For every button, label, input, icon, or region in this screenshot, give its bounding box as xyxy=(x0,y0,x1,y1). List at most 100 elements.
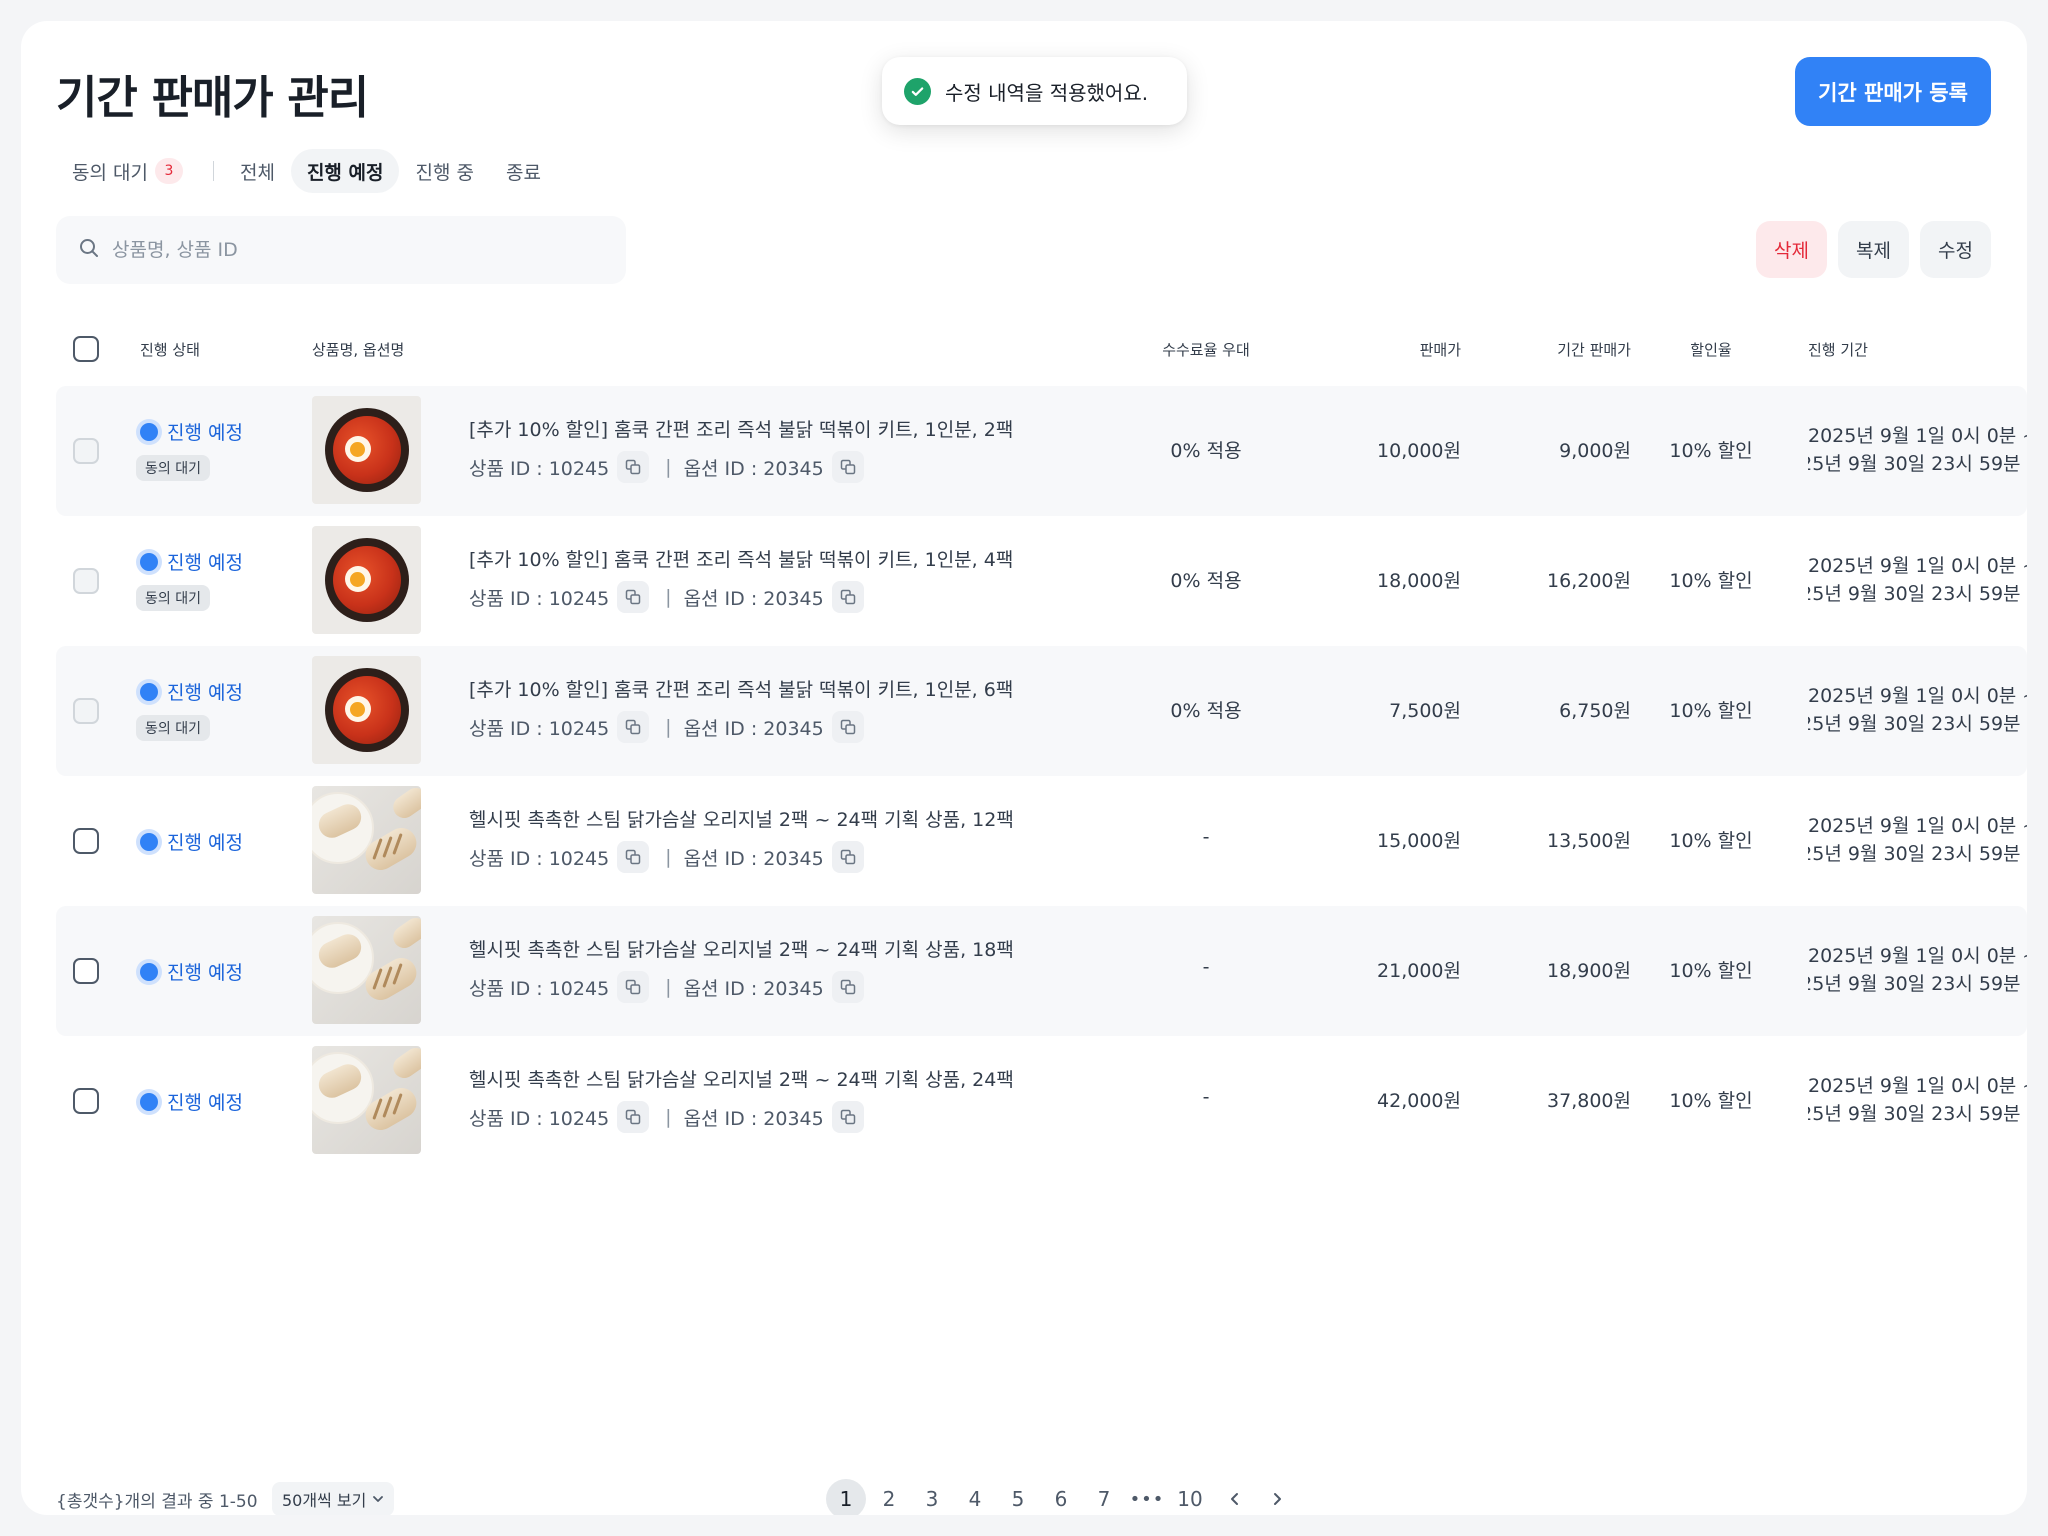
period-start: 2025년 9월 1일 0시 0분 ~ xyxy=(1808,555,2027,577)
page-2-button[interactable]: 2 xyxy=(869,1479,909,1515)
period-price-value: 6,750원 xyxy=(1559,700,1631,722)
table-row[interactable]: 진행 예정 헬시핏 촉촉한 스팀 닭가슴살 오리지널 2팩 ~ 24팩 기획 상품… xyxy=(56,1036,2027,1166)
table-row[interactable]: 진행 예정 헬시핏 촉촉한 스팀 닭가슴살 오리지널 2팩 ~ 24팩 기획 상품… xyxy=(56,906,2027,1036)
period-start: 2025년 9월 1일 0시 0분 ~ xyxy=(1808,945,2027,967)
product-thumbnail xyxy=(312,916,421,1024)
copy-option-id-icon[interactable] xyxy=(831,841,864,873)
period-price-value: 37,800원 xyxy=(1547,1090,1631,1112)
period-price-value: 16,200원 xyxy=(1547,570,1631,592)
status-label: 진행 예정 xyxy=(167,1092,243,1114)
option-id: 옵션 ID : 20345 xyxy=(683,587,824,610)
chevron-left-icon[interactable] xyxy=(1215,1479,1255,1515)
product-ids: 상품 ID : 10245 | 옵션 ID : 20345 xyxy=(469,581,868,613)
commission-value: 0% 적용 xyxy=(1170,570,1242,592)
copy-product-id-icon[interactable] xyxy=(617,971,650,1003)
delete-button[interactable]: 삭제 xyxy=(1756,221,1827,278)
option-id: 옵션 ID : 20345 xyxy=(683,457,824,480)
header-price: 판매가 xyxy=(1419,340,1461,359)
search-input[interactable] xyxy=(112,239,592,261)
tab-all[interactable]: 전체 xyxy=(224,149,291,193)
product-name: 헬시핏 촉촉한 스팀 닭가슴살 오리지널 2팩 ~ 24팩 기획 상품, 18팩 xyxy=(469,939,1014,961)
edit-button[interactable]: 수정 xyxy=(1920,221,1991,278)
period-start: 2025년 9월 1일 0시 0분 ~ xyxy=(1808,1075,2027,1097)
copy-product-id-icon[interactable] xyxy=(617,711,650,743)
per-page-select[interactable]: 50개씩 보기 xyxy=(272,1482,395,1515)
status-cell: 진행 예정 xyxy=(136,1088,243,1115)
page-3-button[interactable]: 3 xyxy=(912,1479,952,1515)
period-value: 2025년 9월 1일 0시 0분 ~ 2025년 9월 30일 23시 59분 xyxy=(1808,1072,2027,1128)
table-row[interactable]: 진행 예정 헬시핏 촉촉한 스팀 닭가슴살 오리지널 2팩 ~ 24팩 기획 상품… xyxy=(56,776,2027,906)
header-period: 진행 기간 xyxy=(1808,340,1868,359)
id-separator: | xyxy=(665,456,672,478)
tab-ended[interactable]: 종료 xyxy=(490,149,557,193)
period-value: 2025년 9월 1일 0시 0분 ~ 2025년 9월 30일 23시 59분 xyxy=(1808,552,2027,608)
row-checkbox[interactable] xyxy=(73,828,99,854)
id-separator: | xyxy=(665,1106,672,1128)
page-1-button[interactable]: 1 xyxy=(826,1479,866,1515)
page-last-button[interactable]: 10 xyxy=(1170,1479,1210,1515)
period-end: 2025년 9월 30일 23시 59분 xyxy=(1808,583,2021,605)
status-indicator: 진행 예정 xyxy=(136,418,243,445)
copy-option-id-icon[interactable] xyxy=(831,971,864,1003)
product-name: [추가 10% 할인] 홈쿡 간편 조리 즉석 불닭 떡볶이 키트, 1인분, … xyxy=(469,549,1014,571)
status-dot-icon xyxy=(140,682,158,701)
price-value: 15,000원 xyxy=(1377,830,1461,852)
option-id: 옵션 ID : 20345 xyxy=(683,977,824,1000)
header-period-price: 기간 판매가 xyxy=(1557,340,1631,359)
copy-product-id-icon[interactable] xyxy=(617,841,650,873)
period-end: 2025년 9월 30일 23시 59분 xyxy=(1808,453,2021,475)
select-all-checkbox[interactable] xyxy=(73,336,99,362)
copy-product-id-icon[interactable] xyxy=(617,451,650,483)
pagination-ellipsis: ••• xyxy=(1129,1488,1165,1510)
status-cell: 진행 예정 xyxy=(136,958,243,985)
tab-label: 동의 대기 xyxy=(72,161,148,184)
status-dot-icon xyxy=(140,832,158,851)
table-row[interactable]: 진행 예정 동의 대기 [추가 10% 할인] 홈쿡 간편 조리 즉석 불닭 떡볶이… xyxy=(56,386,2027,516)
table-body: 진행 예정 동의 대기 [추가 10% 할인] 홈쿡 간편 조리 즉석 불닭 떡볶이… xyxy=(56,386,2027,1166)
tab-pending-consent[interactable]: 동의 대기 3 xyxy=(56,149,199,193)
price-value: 21,000원 xyxy=(1377,960,1461,982)
discount-value: 10% 할인 xyxy=(1669,700,1753,722)
search-icon xyxy=(78,237,100,263)
page-5-button[interactable]: 5 xyxy=(998,1479,1038,1515)
product-thumbnail xyxy=(312,526,421,634)
duplicate-button[interactable]: 복제 xyxy=(1838,221,1909,278)
price-value: 42,000원 xyxy=(1377,1090,1461,1112)
status-cell: 진행 예정 동의 대기 xyxy=(136,418,243,481)
period-price-value: 13,500원 xyxy=(1547,830,1631,852)
status-cell: 진행 예정 동의 대기 xyxy=(136,678,243,741)
chevron-right-icon[interactable] xyxy=(1257,1479,1297,1515)
tab-divider xyxy=(212,161,214,181)
row-checkbox[interactable] xyxy=(73,1088,99,1114)
status-dot-icon xyxy=(140,422,158,441)
product-thumbnail xyxy=(312,396,421,504)
table-row[interactable]: 진행 예정 동의 대기 [추가 10% 할인] 홈쿡 간편 조리 즉석 불닭 떡볶이… xyxy=(56,646,2027,776)
page-title: 기간 판매가 관리 xyxy=(56,71,369,124)
product-ids: 상품 ID : 10245 | 옵션 ID : 20345 xyxy=(469,971,868,1003)
tab-scheduled[interactable]: 진행 예정 xyxy=(290,149,400,193)
table-row[interactable]: 진행 예정 동의 대기 [추가 10% 할인] 홈쿡 간편 조리 즉석 불닭 떡볶이… xyxy=(56,516,2027,646)
copy-option-id-icon[interactable] xyxy=(831,1101,864,1133)
id-separator: | xyxy=(665,846,672,868)
page-4-button[interactable]: 4 xyxy=(955,1479,995,1515)
pagination: 1 2 3 4 5 6 7 ••• 10 xyxy=(826,1479,1297,1515)
table-header: 진행 상태 상품명, 옵션명 수수료율 우대 판매가 기간 판매가 할인율 진행… xyxy=(56,321,2027,377)
status-indicator: 진행 예정 xyxy=(136,548,243,575)
main-card: 기간 판매가 관리 수정 내역을 적용했어요. 기간 판매가 등록 동의 대기 … xyxy=(21,21,2027,1515)
status-tabs: 동의 대기 3 전체 진행 예정 진행 중 종료 xyxy=(56,149,557,193)
copy-option-id-icon[interactable] xyxy=(831,451,864,483)
copy-product-id-icon[interactable] xyxy=(617,581,650,613)
copy-product-id-icon[interactable] xyxy=(617,1101,650,1133)
register-period-price-button[interactable]: 기간 판매가 등록 xyxy=(1795,57,1991,126)
tab-in-progress[interactable]: 진행 중 xyxy=(399,149,489,193)
product-name: [추가 10% 할인] 홈쿡 간편 조리 즉석 불닭 떡볶이 키트, 1인분, … xyxy=(469,679,1014,701)
commission-value: 0% 적용 xyxy=(1170,700,1242,722)
product-ids: 상품 ID : 10245 | 옵션 ID : 20345 xyxy=(469,711,868,743)
page-7-button[interactable]: 7 xyxy=(1084,1479,1124,1515)
row-checkbox[interactable] xyxy=(73,958,99,984)
price-value: 7,500원 xyxy=(1389,700,1461,722)
row-checkbox-cell xyxy=(73,698,99,724)
copy-option-id-icon[interactable] xyxy=(831,581,864,613)
page-6-button[interactable]: 6 xyxy=(1041,1479,1081,1515)
copy-option-id-icon[interactable] xyxy=(831,711,864,743)
